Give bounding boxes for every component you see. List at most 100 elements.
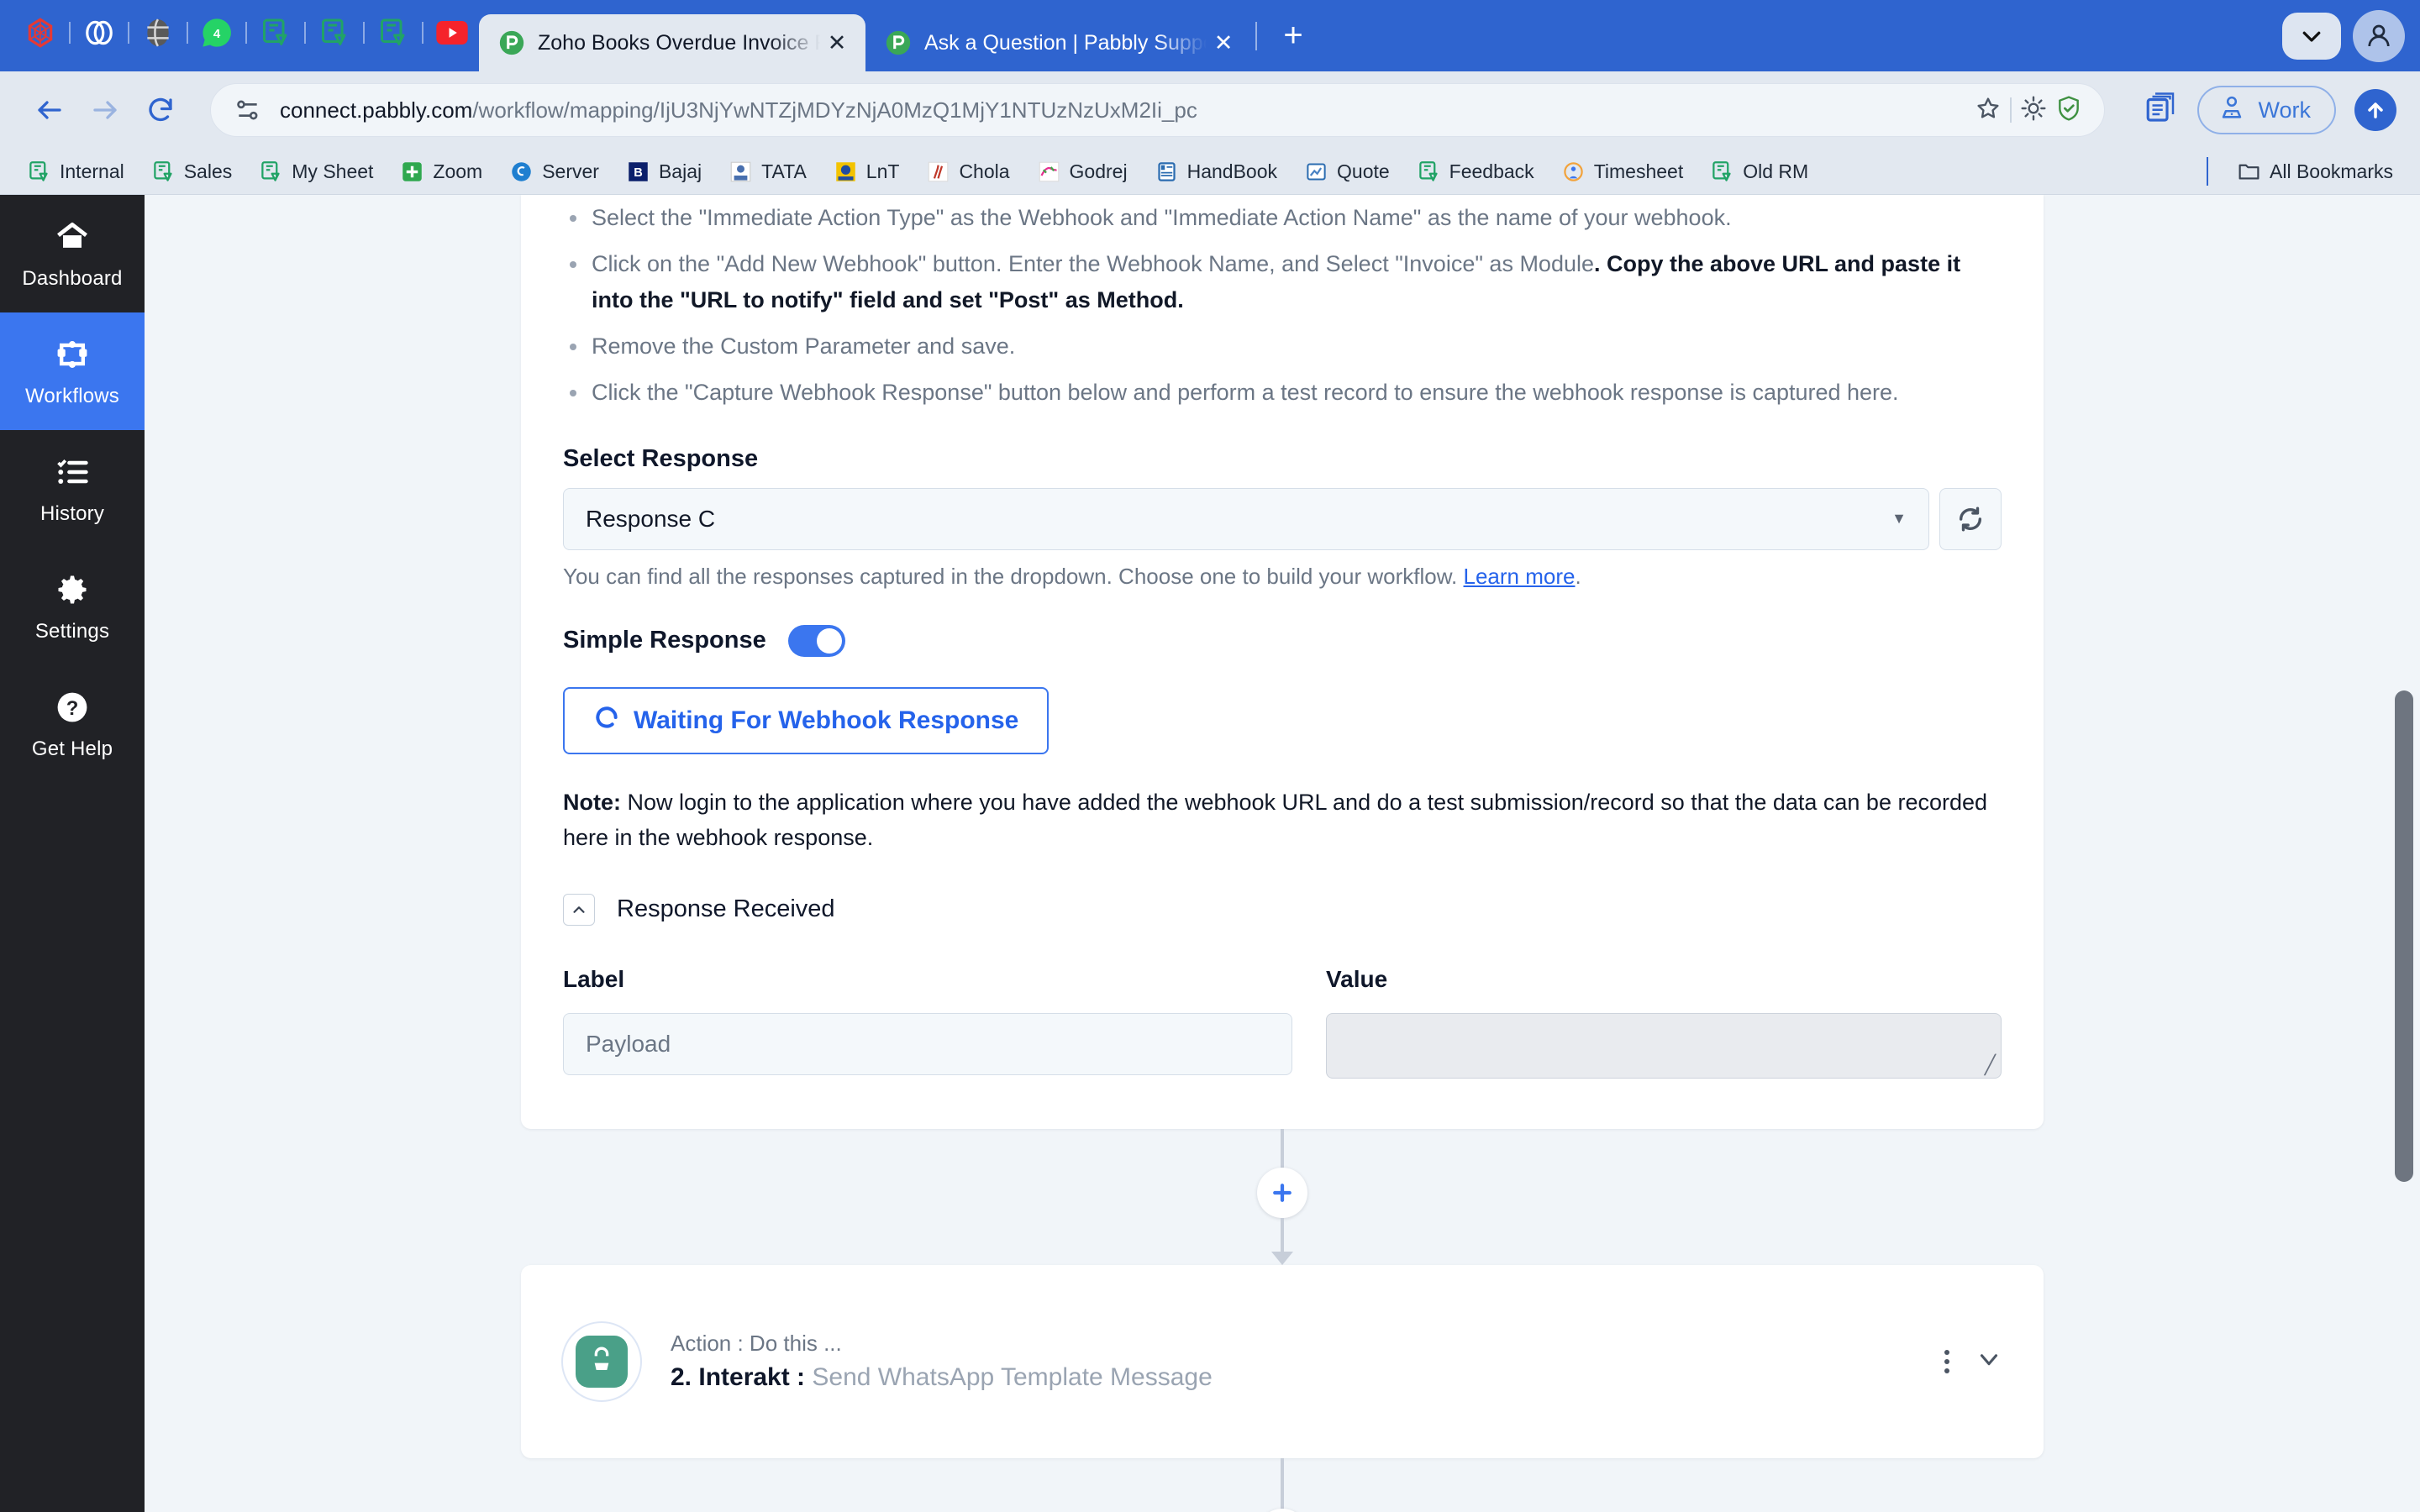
bookmark-lnt[interactable]: LnT [822, 155, 912, 189]
youtube-icon[interactable] [434, 14, 471, 51]
timesheet-icon [1561, 160, 1586, 184]
svg-text:?: ? [66, 697, 79, 720]
pabbly-icon [497, 29, 526, 57]
sheets-export-icon [27, 160, 51, 184]
waiting-for-webhook-button[interactable]: Waiting For Webhook Response [563, 686, 1050, 754]
resize-handle-icon[interactable]: ╱ [1985, 1055, 1996, 1074]
sheets-export-icon [1710, 160, 1734, 184]
close-icon[interactable]: ✕ [1207, 26, 1240, 60]
bookmark-label: Quote [1337, 160, 1390, 182]
bookmark-quote[interactable]: Quote [1292, 155, 1402, 189]
refresh-responses-button[interactable] [1939, 487, 2002, 550]
sidebar-item-get-help[interactable]: ? Get Help [0, 665, 145, 783]
bookmark-zoom[interactable]: Zoom [388, 155, 494, 189]
bookmark-internal[interactable]: Internal [15, 155, 136, 189]
sidebar-item-settings[interactable]: Settings [0, 548, 145, 665]
bookmark-my-sheet[interactable]: My Sheet [247, 155, 385, 189]
toolbar-right: Work [2144, 86, 2396, 134]
bookmark-bajaj[interactable]: B Bajaj [614, 155, 713, 189]
bookmark-old-rm[interactable]: Old RM [1698, 155, 1820, 189]
sidebar-item-dashboard[interactable]: Dashboard [0, 195, 145, 312]
omnibox-divider [2010, 97, 2012, 123]
action-step-card[interactable]: Action : Do this ... 2. Interakt : Send … [521, 1264, 2044, 1458]
bookmark-label: Sales [183, 160, 233, 182]
simple-response-toggle[interactable] [787, 624, 845, 657]
bookmark-label: Internal [60, 160, 124, 182]
response-received-header[interactable]: Response Received [563, 893, 2002, 926]
action-step-text: Action : Do this ... 2. Interakt : Send … [671, 1331, 1213, 1392]
select-response-row: Response C ▼ [563, 487, 2002, 550]
url-path: /workflow/mapping/IjU3NjYwNTZjMDYzNjA0Mz… [472, 97, 1197, 123]
trigger-step-card: Select the "Immediate Action Type" as th… [521, 195, 2044, 1129]
reading-list-icon[interactable] [2144, 91, 2179, 130]
bookmark-star-icon[interactable] [1975, 95, 2002, 126]
ruby-gem-icon[interactable] [22, 14, 59, 51]
bookmark-godrej[interactable]: Godrej [1025, 155, 1139, 189]
page-scrollbar[interactable] [2395, 195, 2413, 1512]
tab-list: Zoho Books Overdue Invoice R ✕ Ask a Que… [479, 0, 1318, 71]
bajaj-icon: B [626, 160, 650, 184]
response-value-textarea[interactable]: ╱ [1326, 1012, 2002, 1079]
window-controls [2282, 10, 2405, 62]
globe-icon[interactable] [139, 14, 176, 51]
bookmark-sales[interactable]: Sales [139, 155, 245, 189]
zoom-icon [400, 160, 424, 184]
bookmark-feedback[interactable]: Feedback [1405, 155, 1546, 189]
site-settings-icon[interactable] [233, 95, 263, 125]
interakt-bag-icon [576, 1335, 628, 1388]
scrollbar-thumb[interactable] [2395, 690, 2413, 1182]
sheets-export-icon-2[interactable] [316, 14, 353, 51]
reload-icon[interactable] [134, 84, 187, 136]
spinner-icon [593, 704, 620, 738]
work-person-icon [2217, 93, 2246, 128]
bookmark-tata[interactable]: TATA [717, 155, 818, 189]
bookmark-label: Old RM [1743, 160, 1809, 182]
close-icon[interactable]: ✕ [820, 26, 854, 60]
select-response-dropdown[interactable]: Response C ▼ [563, 487, 1929, 550]
new-tab-button[interactable]: + [1269, 12, 1318, 60]
theme-icon[interactable] [2020, 95, 2047, 126]
chevron-up-icon[interactable] [563, 893, 595, 926]
history-list-icon [54, 452, 91, 492]
response-label-input[interactable]: Payload [563, 1012, 1292, 1075]
back-icon[interactable] [24, 84, 76, 136]
all-bookmarks-button[interactable]: All Bookmarks [2225, 155, 2405, 189]
profile-avatar[interactable] [2353, 10, 2405, 62]
tab-divider [1255, 21, 1257, 50]
chola-icon [926, 160, 950, 184]
shield-icon[interactable] [2055, 95, 2082, 126]
profile-pill[interactable]: Work [2197, 86, 2336, 134]
chevron-down-icon[interactable] [1975, 1345, 2003, 1378]
address-bar[interactable]: connect.pabbly.com/workflow/mapping/IjU3… [210, 83, 2106, 137]
note-text: Now login to the application where you h… [563, 789, 1988, 850]
sheets-export-icon-1[interactable] [257, 14, 294, 51]
handbook-icon [1155, 160, 1179, 184]
add-step-button-1[interactable] [1257, 1167, 1307, 1218]
browser-tab-active[interactable]: Zoho Books Overdue Invoice R ✕ [479, 14, 865, 71]
sidebar-item-workflows[interactable]: Workflows [0, 312, 145, 430]
svg-text:B: B [634, 166, 643, 180]
more-options-icon[interactable] [1944, 1349, 1949, 1373]
extension-divider [304, 21, 306, 44]
chevron-down-icon[interactable] [2282, 13, 2341, 60]
bookmark-server[interactable]: Server [497, 155, 611, 189]
link-loop-icon[interactable] [81, 14, 118, 51]
bookmark-label: Chola [959, 160, 1010, 182]
simple-response-label: Simple Response [563, 627, 766, 654]
bookmark-timesheet[interactable]: Timesheet [1549, 155, 1696, 189]
add-step-button-2[interactable] [1257, 1508, 1307, 1512]
browser-tab[interactable]: Ask a Question | Pabbly Suppo ✕ [865, 14, 1252, 71]
learn-more-link[interactable]: Learn more [1464, 564, 1576, 589]
extension-divider [245, 21, 247, 44]
workflow-icon [54, 334, 91, 375]
whatsapp-icon[interactable]: 4 [198, 14, 235, 51]
pabbly-icon [884, 29, 913, 57]
bookmark-chola[interactable]: Chola [914, 155, 1021, 189]
profile-pill-label: Work [2258, 97, 2311, 123]
bookmark-handbook[interactable]: HandBook [1143, 155, 1289, 189]
sidebar-item-history[interactable]: History [0, 430, 145, 548]
sheets-export-icon-3[interactable] [375, 14, 412, 51]
action-step-number: 2. Interakt : [671, 1363, 806, 1392]
url-host: connect.pabbly.com [280, 97, 473, 123]
upload-icon[interactable] [2354, 89, 2396, 131]
